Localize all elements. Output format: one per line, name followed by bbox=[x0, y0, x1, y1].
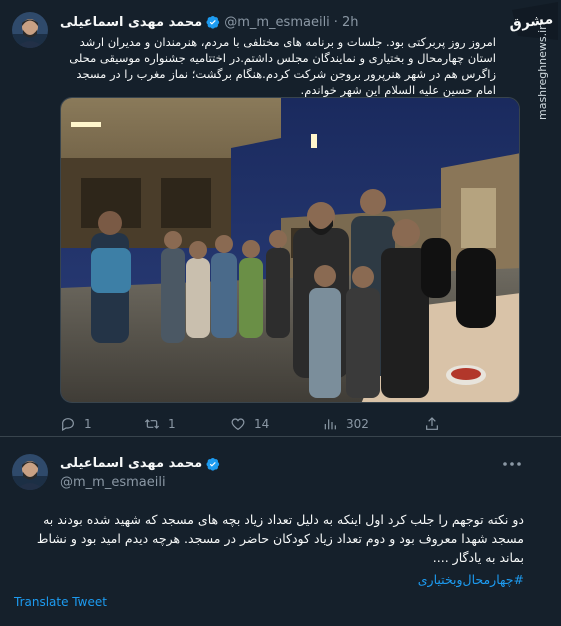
views-count: 302 bbox=[346, 417, 369, 431]
tweet-actions: 1 1 14 302 bbox=[60, 412, 460, 436]
retweet-count: 1 bbox=[168, 417, 176, 431]
reply-count: 1 bbox=[84, 417, 92, 431]
verified-badge-icon bbox=[206, 15, 220, 29]
tweet-divider bbox=[0, 436, 561, 437]
tweet-header: محمد مهدی اسماعیلی @m_m_esmaeili · 2h bbox=[60, 12, 490, 32]
views-button[interactable]: 302 bbox=[322, 412, 369, 436]
reply-button[interactable]: 1 bbox=[60, 412, 92, 436]
display-name-row: محمد مهدی اسماعیلی bbox=[60, 456, 460, 471]
tweet-photo[interactable] bbox=[60, 97, 520, 403]
like-button[interactable]: 14 bbox=[230, 412, 269, 436]
tweet-header: محمد مهدی اسماعیلی @m_m_esmaeili bbox=[60, 456, 460, 490]
tweet-text: دو نکته توجهم را جلب کرد اول اینکه به دل… bbox=[36, 512, 524, 565]
avatar[interactable] bbox=[12, 12, 48, 48]
watermark-site-text: mashreghnews.ir bbox=[536, 25, 549, 120]
tweet-1: محمد مهدی اسماعیلی @m_m_esmaeili · 2h ام… bbox=[0, 0, 561, 436]
more-icon bbox=[503, 462, 521, 466]
timestamp[interactable]: 2h bbox=[342, 15, 359, 30]
translate-tweet-link[interactable]: Translate Tweet bbox=[14, 595, 107, 609]
avatar[interactable] bbox=[12, 454, 48, 490]
hashtag-link[interactable]: #چهارمحال‌وبختیاری bbox=[14, 570, 524, 589]
handle[interactable]: @m_m_esmaeili bbox=[224, 15, 330, 30]
retweet-button[interactable]: 1 bbox=[144, 412, 176, 436]
handle[interactable]: @m_m_esmaeili bbox=[60, 475, 460, 490]
tweet-text: امروز روز پربرکتی بود. جلسات و برنامه ها… bbox=[69, 35, 496, 97]
views-icon bbox=[324, 419, 336, 430]
share-button[interactable] bbox=[424, 412, 440, 436]
more-button[interactable] bbox=[500, 456, 524, 472]
reply-icon bbox=[62, 418, 74, 432]
retweet-icon bbox=[144, 419, 160, 429]
verified-badge-icon bbox=[206, 457, 220, 471]
display-name[interactable]: محمد مهدی اسماعیلی bbox=[60, 15, 202, 30]
watermark-site: mashreghnews.ir bbox=[536, 25, 550, 126]
share-icon bbox=[426, 417, 438, 430]
like-count: 14 bbox=[254, 417, 270, 431]
like-icon bbox=[231, 418, 245, 431]
separator-dot: · bbox=[333, 14, 338, 30]
display-name[interactable]: محمد مهدی اسماعیلی bbox=[60, 456, 202, 471]
